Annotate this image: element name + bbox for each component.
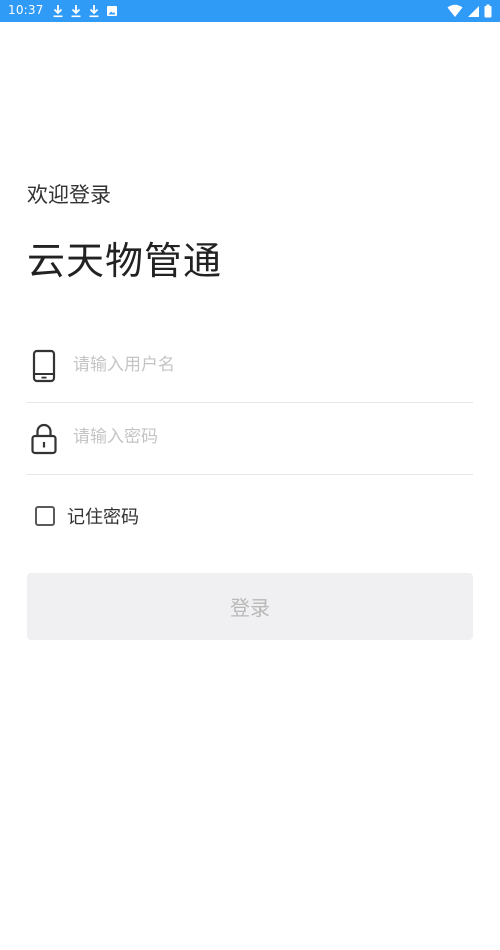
remember-password-checkbox[interactable] — [35, 506, 55, 526]
username-input[interactable] — [73, 349, 463, 381]
password-field — [27, 403, 473, 475]
lock-icon — [31, 423, 57, 455]
phone-icon — [32, 349, 56, 383]
photo-icon — [107, 6, 117, 16]
download-icon — [89, 5, 99, 18]
download-icon — [53, 5, 63, 18]
status-bar: 10:37 — [0, 0, 500, 22]
remember-password-label: 记住密码 — [67, 507, 139, 528]
signal-icon — [468, 6, 479, 17]
password-input[interactable] — [73, 421, 463, 453]
wifi-icon — [447, 4, 463, 17]
username-field — [27, 331, 473, 403]
status-system-icons — [447, 4, 492, 18]
welcome-text: 欢迎登录 — [27, 183, 111, 207]
login-button[interactable]: 登录 — [27, 573, 473, 640]
app-title: 云天物管通 — [27, 239, 223, 283]
download-icon — [71, 5, 81, 18]
status-time: 10:37 — [8, 3, 44, 17]
remember-password[interactable]: 记住密码 — [35, 502, 139, 530]
battery-icon — [484, 4, 492, 18]
status-notification-icons — [52, 4, 118, 18]
